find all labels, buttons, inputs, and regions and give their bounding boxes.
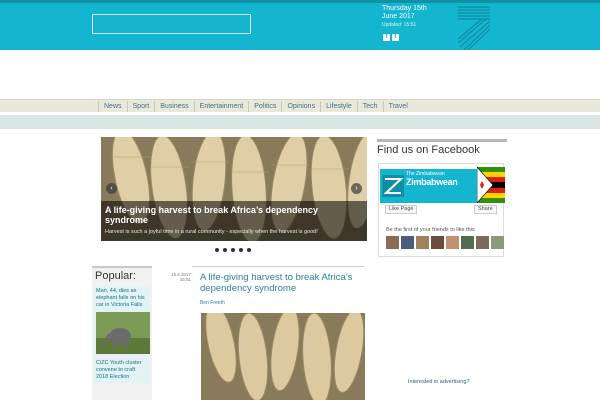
avatar[interactable] — [386, 236, 399, 249]
updated-time: Updated: 15:51 — [382, 22, 417, 28]
date-line-1: Thursday 15th — [382, 5, 427, 12]
article-author[interactable]: Ben Freeth — [200, 300, 225, 306]
slider-next-button[interactable]: › — [351, 183, 362, 194]
slider-dot[interactable] — [247, 248, 251, 252]
article-date: 15.6.2017 15:51 — [166, 272, 191, 282]
date-line-2: June 2017 — [382, 13, 415, 20]
slider-title[interactable]: A life-giving harvest to break Africa’s … — [105, 205, 363, 225]
site-header: Thursday 15th June 2017 Updated: 15:51 f… — [0, 0, 600, 50]
slider-dot[interactable] — [215, 248, 219, 252]
facebook-banner[interactable]: The Zimbabwean Zimbabwean — [380, 169, 478, 203]
maize-image — [201, 313, 365, 400]
facebook-avatars — [386, 236, 504, 249]
facebook-friends-text: Be the first of your friends to like thi… — [386, 227, 475, 233]
nav-item-travel[interactable]: Travel — [382, 101, 413, 112]
share-button[interactable]: Share — [474, 205, 497, 214]
slider-dot[interactable] — [231, 248, 235, 252]
article-title[interactable]: A life-giving harvest to break Africa’s … — [200, 272, 365, 294]
facebook-page-plugin[interactable]: The Zimbabwean Zimbabwean Like Page Shar… — [378, 163, 505, 257]
avatar[interactable] — [431, 236, 444, 249]
zimbabwe-flag-icon — [477, 167, 505, 203]
avatar[interactable] — [476, 236, 489, 249]
avatar[interactable] — [491, 236, 504, 249]
share-label[interactable]: Share — [478, 206, 493, 212]
search-input[interactable] — [92, 14, 251, 34]
popular-item-text[interactable]: Man, 44, dies as elephant falls on his c… — [96, 288, 148, 309]
facebook-widget: Find us on Facebook The Zimbabwean Zimba… — [377, 139, 507, 257]
facebook-heading: Find us on Facebook — [377, 144, 480, 156]
nav-item-opinions[interactable]: Opinions — [281, 101, 320, 112]
banner-big-text: Zimbabwean — [406, 177, 458, 187]
nav-item-sport[interactable]: Sport — [126, 101, 155, 112]
z-logo-icon — [382, 175, 404, 197]
breaking-news-strip — [0, 115, 600, 129]
list-item[interactable]: Man, 44, dies as elephant falls on his c… — [94, 286, 150, 356]
nav-item-lifestyle[interactable]: Lifestyle — [320, 101, 357, 112]
slider-caption: A life-giving harvest to break Africa’s … — [101, 201, 367, 241]
nav-item-politics[interactable]: Politics — [248, 101, 281, 112]
article-divider — [192, 266, 364, 267]
avatar[interactable] — [401, 236, 414, 249]
slider-dot[interactable] — [239, 248, 243, 252]
z-logo-icon[interactable] — [458, 3, 490, 50]
slider-dots — [215, 248, 251, 252]
nav-item-news[interactable]: News — [98, 101, 127, 112]
like-page-label[interactable]: Like Page — [389, 206, 413, 212]
like-page-button[interactable]: Like Page — [385, 205, 418, 214]
slider-prev-button[interactable]: ‹ — [106, 183, 117, 194]
popular-sidebar: Popular: Man, 44, dies as elephant falls… — [92, 266, 152, 400]
nav-item-entertainment[interactable]: Entertainment — [193, 101, 249, 112]
nav-item-tech[interactable]: Tech — [356, 101, 383, 112]
advertising-link[interactable]: Interested in advertising? — [408, 379, 469, 385]
article-image[interactable] — [201, 313, 365, 400]
main-navigation: News Sport Business Entertainment Politi… — [0, 99, 600, 112]
slider-dot[interactable] — [223, 248, 227, 252]
avatar[interactable] — [416, 236, 429, 249]
header-top-line — [0, 0, 600, 3]
popular-item-text[interactable]: CiZC Youth cluster convene to craft 2018… — [96, 360, 148, 381]
slider-summary: Harvest is such a joyful time in a rural… — [105, 229, 318, 235]
header-date: Thursday 15th June 2017 Updated: 15:51 — [382, 5, 442, 29]
nav-item-business[interactable]: Business — [154, 101, 193, 112]
article-time-value: 15:51 — [179, 277, 191, 282]
list-item[interactable]: CiZC Youth cluster convene to craft 2018… — [94, 358, 150, 383]
avatar[interactable] — [461, 236, 474, 249]
social-links: f t — [383, 34, 399, 41]
elephant-thumbnail[interactable] — [96, 312, 150, 354]
featured-slider[interactable]: ‹ › A life-giving harvest to break Afric… — [101, 137, 367, 241]
popular-heading: Popular: — [92, 268, 152, 284]
facebook-icon[interactable]: f — [383, 34, 390, 41]
avatar[interactable] — [446, 236, 459, 249]
twitter-icon[interactable]: t — [392, 34, 399, 41]
